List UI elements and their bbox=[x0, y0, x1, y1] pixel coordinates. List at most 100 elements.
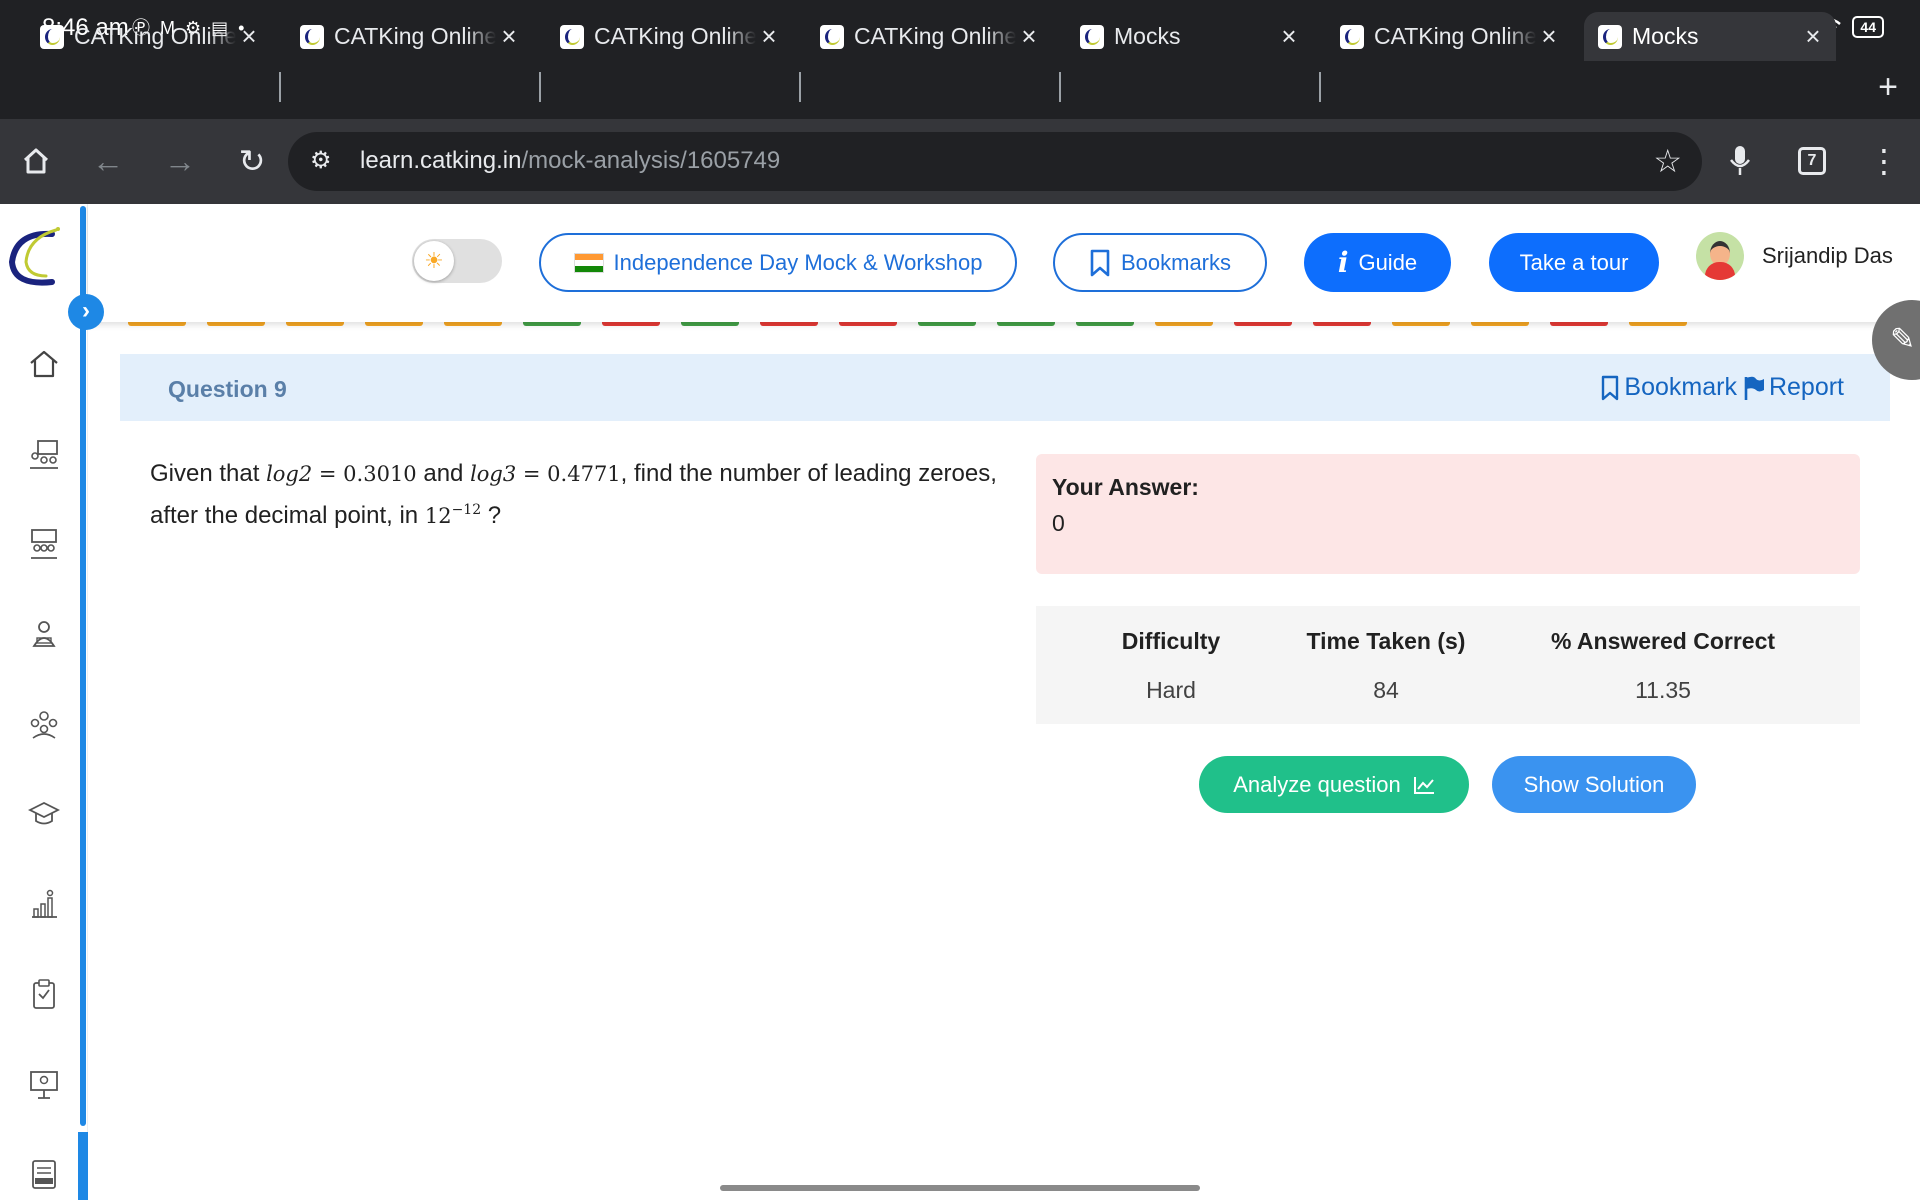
close-icon[interactable]: × bbox=[1276, 21, 1302, 52]
question-palette-marker[interactable] bbox=[602, 322, 660, 326]
url-path: /mock-analysis/1605749 bbox=[521, 147, 781, 174]
tab-switcher-button[interactable]: 7 bbox=[1790, 139, 1834, 183]
close-icon[interactable]: × bbox=[1016, 21, 1042, 52]
ebook-icon[interactable] bbox=[26, 1158, 62, 1194]
browser-tab-4[interactable]: CATKing Online Exam × bbox=[806, 12, 1052, 61]
analyze-label: Analyze question bbox=[1233, 771, 1401, 797]
tab-label: CATKing Online Exam bbox=[854, 23, 1016, 49]
question-palette-marker[interactable] bbox=[1076, 322, 1134, 326]
question-palette-marker[interactable] bbox=[1550, 322, 1608, 326]
graduation-cap-icon[interactable] bbox=[26, 798, 62, 834]
question-palette-marker[interactable] bbox=[997, 322, 1055, 326]
bookmark-question-button[interactable]: Bookmark bbox=[1600, 373, 1737, 402]
progress-chart-icon[interactable] bbox=[26, 888, 62, 924]
time-taken-stat: Time Taken (s) 84 bbox=[1286, 628, 1486, 704]
sidebar-expand-chevron-icon[interactable]: › bbox=[68, 294, 104, 330]
group-class-icon[interactable] bbox=[26, 528, 62, 564]
bookmark-icon bbox=[1602, 375, 1619, 400]
clipboard-icon[interactable] bbox=[26, 978, 62, 1014]
microphone-icon[interactable] bbox=[1718, 139, 1762, 183]
catking-favicon bbox=[820, 24, 844, 49]
mentor-icon[interactable] bbox=[26, 618, 62, 654]
tab-label: CATKing Online Exam bbox=[334, 23, 496, 49]
forward-arrow-icon[interactable]: → bbox=[158, 139, 202, 183]
user-profile[interactable]: Srijandip Das bbox=[1696, 232, 1893, 280]
analyze-question-button[interactable]: Analyze question bbox=[1199, 756, 1469, 813]
question-palette-marker[interactable] bbox=[286, 322, 344, 326]
report-question-button[interactable]: Report bbox=[1743, 373, 1844, 402]
new-tab-plus-icon[interactable]: + bbox=[1878, 68, 1898, 107]
back-arrow-icon[interactable]: ← bbox=[86, 139, 130, 183]
browser-tab-2[interactable]: CATKing Online Exam × bbox=[286, 12, 532, 61]
reload-icon[interactable]: ↻ bbox=[230, 139, 274, 183]
tab-strip bbox=[0, 58, 1920, 119]
browser-tab-3[interactable]: CATKing Online Exam × bbox=[546, 12, 792, 61]
address-bar[interactable]: ⚙ learn.catking.in/mock-analysis/1605749… bbox=[288, 132, 1702, 191]
question-palette-marker[interactable] bbox=[760, 322, 818, 326]
promo-label: Independence Day Mock & Workshop bbox=[613, 249, 983, 275]
tab-divider bbox=[799, 72, 801, 102]
question-palette-marker[interactable] bbox=[1155, 322, 1213, 326]
browser-tab-5[interactable]: Mocks × bbox=[1066, 12, 1312, 61]
url-text[interactable]: learn.catking.in/mock-analysis/1605749 bbox=[360, 147, 780, 175]
battery-indicator: 44 bbox=[1852, 16, 1884, 38]
question-palette-marker[interactable] bbox=[128, 322, 186, 326]
math-log3-value: = 0.4771 bbox=[516, 462, 621, 486]
take-a-tour-button[interactable]: Take a tour bbox=[1489, 233, 1659, 292]
question-palette-marker[interactable] bbox=[1313, 322, 1371, 326]
avatar[interactable] bbox=[1696, 232, 1744, 280]
question-palette-marker[interactable] bbox=[444, 322, 502, 326]
browser-tab-7-active[interactable]: Mocks × bbox=[1584, 12, 1836, 61]
question-palette-marker[interactable] bbox=[523, 322, 581, 326]
bookmark-star-icon[interactable]: ☆ bbox=[1653, 142, 1682, 180]
math-exponent: −12 bbox=[451, 502, 482, 518]
sidebar-scrollbar[interactable] bbox=[80, 206, 86, 1126]
catking-logo[interactable] bbox=[6, 224, 64, 290]
show-solution-button[interactable]: Show Solution bbox=[1492, 756, 1696, 813]
home-icon[interactable] bbox=[14, 139, 58, 183]
tab-label: CATKing Online Exam bbox=[594, 23, 756, 49]
gesture-home-bar[interactable] bbox=[720, 1185, 1200, 1191]
home-icon[interactable] bbox=[26, 348, 62, 384]
question-palette-marker[interactable] bbox=[1629, 322, 1687, 326]
site-settings-icon[interactable]: ⚙ bbox=[310, 146, 332, 175]
close-icon[interactable]: × bbox=[1800, 21, 1826, 52]
question-palette-marker[interactable] bbox=[1392, 322, 1450, 326]
browser-toolbar: ← → ↻ ⚙ learn.catking.in/mock-analysis/1… bbox=[0, 119, 1920, 204]
site-header: ☀ Independence Day Mock & Workshop Bookm… bbox=[88, 204, 1920, 322]
classroom-icon[interactable] bbox=[26, 438, 62, 474]
question-palette-marker[interactable] bbox=[365, 322, 423, 326]
browser-tab-1[interactable]: CATKing Online Exam × bbox=[26, 12, 272, 61]
question-palette-marker[interactable] bbox=[918, 322, 976, 326]
answered-correct-stat: % Answered Correct 11.35 bbox=[1536, 628, 1790, 704]
close-icon[interactable]: × bbox=[496, 21, 522, 52]
question-palette-marker[interactable] bbox=[1234, 322, 1292, 326]
online-test-icon[interactable] bbox=[26, 1068, 62, 1104]
question-title: Question 9 bbox=[168, 376, 287, 402]
question-actions: Bookmark Report bbox=[1600, 373, 1844, 402]
community-icon[interactable] bbox=[26, 708, 62, 744]
close-icon[interactable]: × bbox=[756, 21, 782, 52]
close-icon[interactable]: × bbox=[236, 21, 262, 52]
math-log3: log3 bbox=[470, 462, 517, 486]
report-label: Report bbox=[1768, 373, 1844, 401]
sidebar-scrollbar-end bbox=[78, 1132, 88, 1200]
question-palette-strip bbox=[88, 322, 1920, 332]
question-palette-marker[interactable] bbox=[681, 322, 739, 326]
sun-icon: ☀ bbox=[414, 241, 454, 281]
theme-toggle[interactable]: ☀ bbox=[412, 239, 502, 283]
math-log2: log2 bbox=[266, 462, 313, 486]
url-domain: learn.catking.in bbox=[360, 147, 522, 174]
question-palette-marker[interactable] bbox=[207, 322, 265, 326]
bookmarks-button[interactable]: Bookmarks bbox=[1053, 233, 1267, 292]
tab-divider bbox=[539, 72, 541, 102]
guide-button[interactable]: i Guide bbox=[1304, 233, 1451, 292]
browser-tab-6[interactable]: CATKing Online Exam × bbox=[1326, 12, 1572, 61]
close-icon[interactable]: × bbox=[1536, 21, 1562, 52]
question-palette-marker[interactable] bbox=[1471, 322, 1529, 326]
difficulty-stat: Difficulty Hard bbox=[1096, 628, 1246, 704]
more-menu-icon[interactable]: ⋮ bbox=[1862, 139, 1906, 183]
independence-day-mock-button[interactable]: Independence Day Mock & Workshop bbox=[539, 233, 1017, 292]
math-log2-value: = 0.3010 bbox=[312, 462, 417, 486]
question-palette-marker[interactable] bbox=[839, 322, 897, 326]
